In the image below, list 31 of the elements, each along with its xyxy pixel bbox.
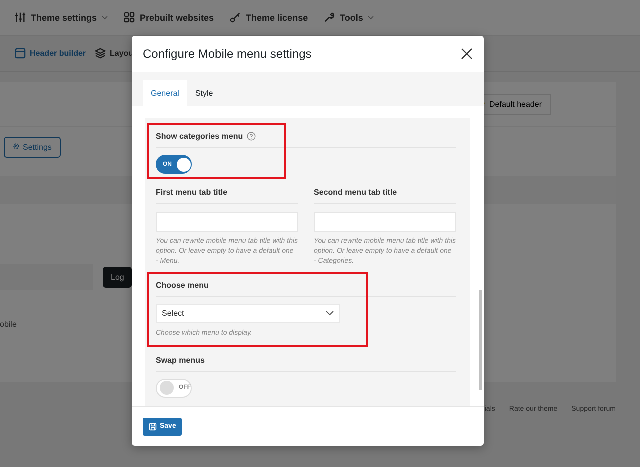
dialog-tab[interactable]: Style <box>187 80 222 106</box>
wrench-icon <box>324 12 336 23</box>
nav-item[interactable]: Prebuilt websites <box>124 12 214 23</box>
layout-icon <box>15 48 26 59</box>
close-button[interactable] <box>461 48 473 60</box>
settings-button[interactable]: Settings <box>4 137 61 158</box>
key-icon <box>230 12 242 23</box>
field-label: Second menu tab title <box>314 188 398 197</box>
gear-icon <box>13 143 20 150</box>
close-icon <box>461 48 473 60</box>
nav-item[interactable]: Theme settings <box>15 12 108 23</box>
side-text: obile <box>0 320 17 329</box>
layers-icon <box>95 48 106 59</box>
field-label: First menu tab title <box>156 188 229 197</box>
nav-item[interactable]: Theme license <box>230 12 308 23</box>
dark-button[interactable]: Log <box>103 266 132 288</box>
sliders-icon <box>15 12 26 23</box>
grid-icon <box>124 12 136 23</box>
scrollbar[interactable] <box>479 290 482 390</box>
nav-item[interactable]: Tools <box>324 12 374 23</box>
setting-label: Swap menus <box>156 356 205 364</box>
chevron-down-icon <box>326 310 334 316</box>
nav-tab[interactable]: Header builder <box>15 48 86 59</box>
setting-label: Choose menu <box>156 280 210 290</box>
dialog-title: Configure Mobile menu settings <box>143 47 312 61</box>
dialog-tab[interactable]: General <box>143 80 188 106</box>
setting-label: Show categories menu <box>156 132 244 141</box>
select-dropdown[interactable]: Select <box>156 304 340 322</box>
input-field[interactable] <box>156 212 298 232</box>
floppy-disk-icon <box>149 422 157 430</box>
input-field[interactable] <box>314 212 456 232</box>
